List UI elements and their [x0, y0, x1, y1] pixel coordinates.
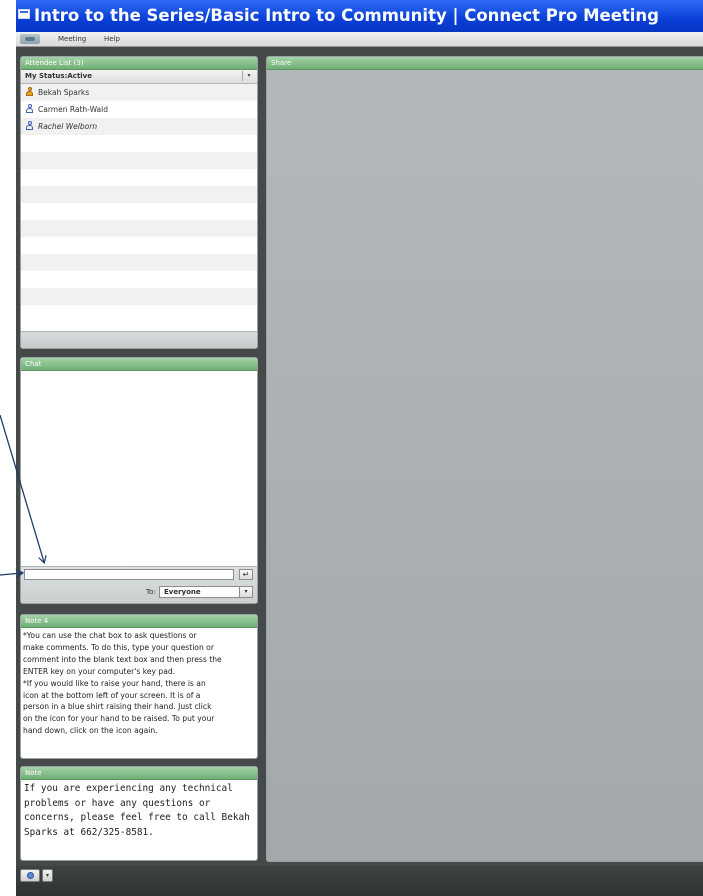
raise-hand-person-icon: [27, 872, 34, 879]
chat-pod-title: Chat: [21, 358, 257, 371]
attendee-list-pod: Attendee List (3) My Status:Active ▾ Bek…: [20, 56, 258, 349]
bottom-toolbar: ▾: [16, 866, 703, 896]
attendee-row[interactable]: Rachel Welborn: [21, 118, 257, 135]
window-title: Intro to the Series/Basic Intro to Commu…: [34, 6, 659, 25]
attendee-name: Rachel Welborn: [38, 122, 98, 131]
empty-row: [21, 254, 257, 271]
empty-row: [21, 288, 257, 305]
my-status-label: My Status:Active: [25, 72, 92, 80]
chat-input[interactable]: [24, 569, 234, 580]
menu-meeting[interactable]: Meeting: [58, 32, 86, 46]
attendee-list: Bekah Sparks Carmen Rath-Wald Rachel Wel…: [21, 84, 257, 305]
status-options-dropdown[interactable]: ▾: [42, 869, 53, 882]
attendee-row[interactable]: Bekah Sparks: [21, 84, 257, 101]
note-pod: Note If you are experiencing any technic…: [20, 766, 258, 861]
empty-row: [21, 135, 257, 152]
chat-message-area[interactable]: [21, 371, 257, 566]
participant-person-icon: [25, 104, 34, 113]
attendee-pod-footer: [21, 331, 257, 348]
recipient-dropdown[interactable]: Everyone ▾: [159, 586, 253, 598]
chat-pod: Chat ↵ To: Everyone ▾: [20, 357, 258, 604]
participant-person-icon: [25, 121, 34, 130]
note-4-text: *You can use the chat box to ask questio…: [23, 631, 222, 736]
attendee-name: Bekah Sparks: [38, 88, 90, 97]
attendee-pod-title: Attendee List (3): [21, 57, 257, 70]
recipient-value: Everyone: [164, 588, 201, 596]
menu-bar: Meeting Help: [16, 32, 703, 47]
attendee-row[interactable]: Carmen Rath-Wald: [21, 101, 257, 118]
share-pod-title: Share: [267, 57, 703, 70]
connect-logo-icon: [20, 34, 40, 44]
enter-icon: ↵: [242, 570, 250, 579]
to-label: To:: [146, 588, 156, 596]
window-icon: [18, 9, 30, 19]
attendee-name: Carmen Rath-Wald: [38, 105, 108, 114]
host-person-icon: [25, 87, 34, 96]
share-pod: Share: [266, 56, 703, 862]
empty-row: [21, 203, 257, 220]
title-bar: Intro to the Series/Basic Intro to Commu…: [16, 0, 703, 32]
empty-row: [21, 169, 257, 186]
connect-pro-window: Intro to the Series/Basic Intro to Commu…: [16, 0, 703, 896]
empty-row: [21, 152, 257, 169]
empty-row: [21, 237, 257, 254]
chevron-down-icon: ▾: [45, 872, 49, 879]
note-4-pod-title: Note 4: [21, 615, 257, 628]
empty-row: [21, 271, 257, 288]
note-pod-title: Note: [21, 767, 257, 780]
chevron-down-icon[interactable]: ▾: [242, 71, 255, 81]
chat-controls: ↵ To: Everyone ▾: [21, 566, 257, 603]
empty-row: [21, 186, 257, 203]
my-status-dropdown[interactable]: My Status:Active ▾: [21, 70, 257, 84]
raise-hand-button[interactable]: [20, 869, 40, 882]
menu-help[interactable]: Help: [104, 32, 120, 46]
empty-row: [21, 220, 257, 237]
send-button[interactable]: ↵: [239, 569, 253, 580]
chevron-down-icon[interactable]: ▾: [239, 587, 252, 597]
note-text: If you are experiencing any technical pr…: [24, 783, 250, 838]
note-4-pod: Note 4 *You can use the chat box to ask …: [20, 614, 258, 759]
